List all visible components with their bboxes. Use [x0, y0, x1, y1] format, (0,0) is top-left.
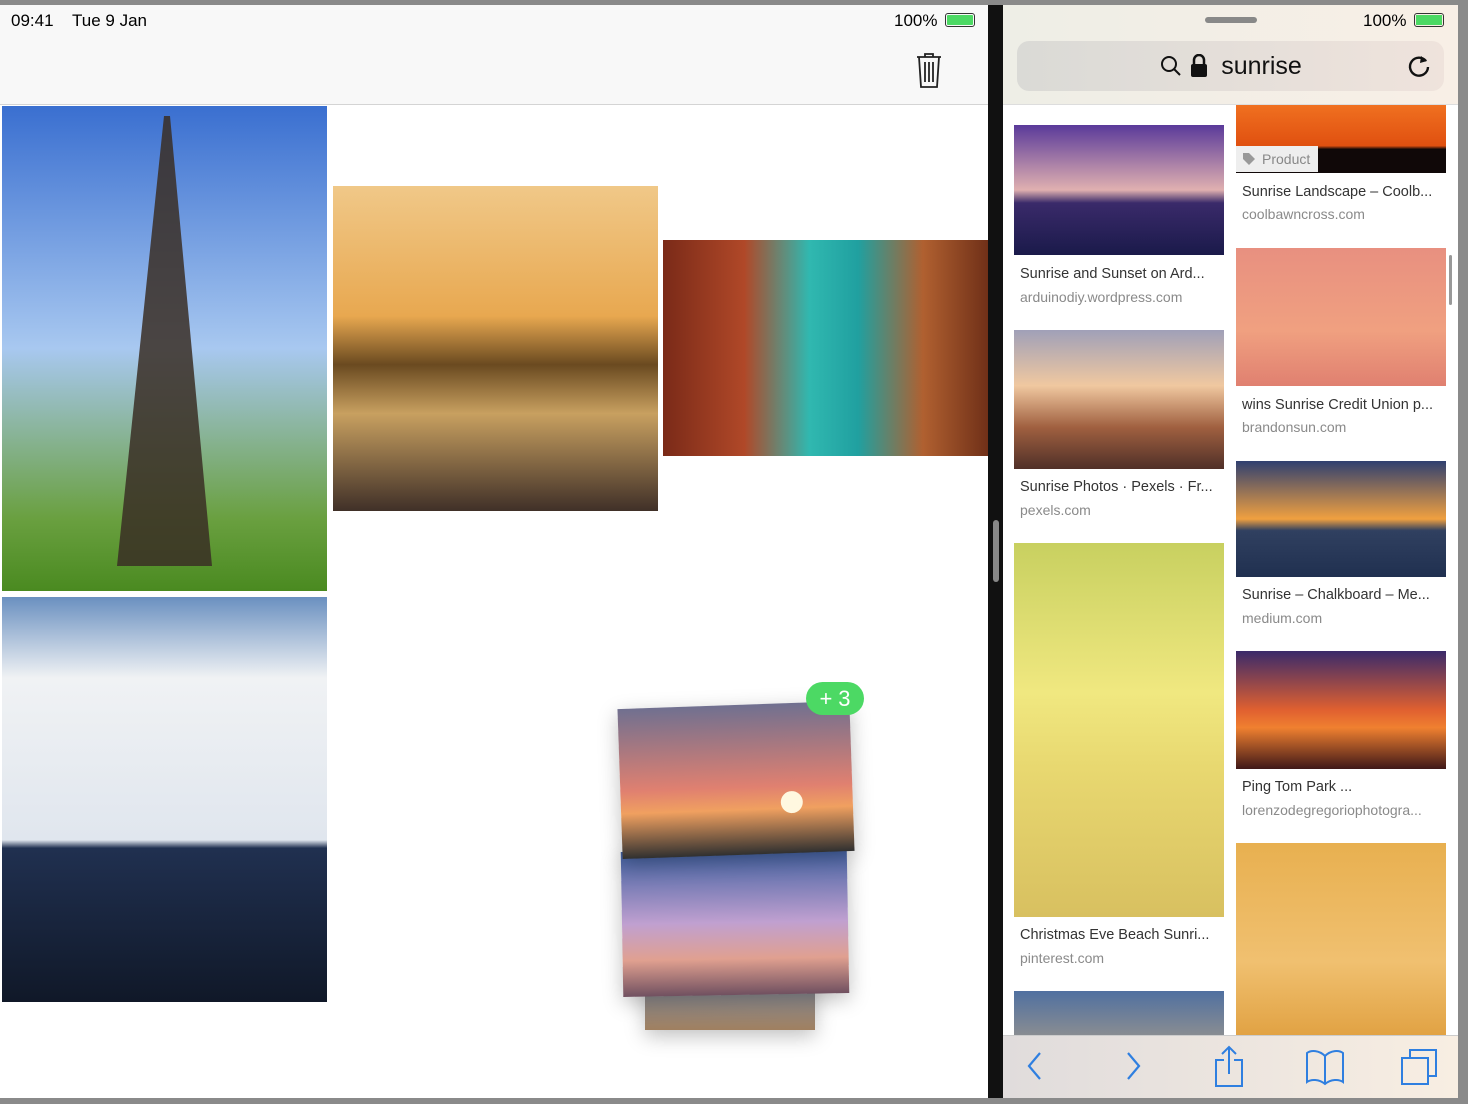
- result-url: coolbawncross.com: [1242, 206, 1365, 222]
- reload-icon[interactable]: [1406, 53, 1432, 79]
- search-icon: [1161, 56, 1181, 76]
- photo-iceberg[interactable]: [2, 597, 327, 1002]
- address-text: sunrise: [1221, 51, 1302, 80]
- status-date: Tue 9 Jan: [72, 11, 147, 30]
- result-image[interactable]: [1236, 843, 1446, 1041]
- safari-header: 100% sunrise: [1003, 5, 1458, 105]
- result-image[interactable]: [1014, 330, 1224, 469]
- result-image[interactable]: Product: [1236, 105, 1446, 173]
- result-title[interactable]: Ping Tom Park ...: [1242, 779, 1352, 795]
- result-url: medium.com: [1242, 610, 1323, 626]
- drag-stack-photo-2: [620, 848, 850, 997]
- result-title[interactable]: Sunrise and Sunset on Ard...: [1020, 266, 1205, 282]
- lock-icon: [1191, 54, 1208, 77]
- photo-eiffel-tower[interactable]: [2, 106, 327, 591]
- trash-icon[interactable]: [914, 51, 944, 89]
- result-title[interactable]: wins Sunrise Credit Union p...: [1242, 397, 1433, 413]
- result-url: brandonsun.com: [1242, 419, 1347, 435]
- app-header: 09:41 Tue 9 Jan 100%: [0, 5, 988, 105]
- result-image[interactable]: [1014, 543, 1224, 917]
- plus-icon: +: [819, 685, 833, 711]
- status-time: 09:41: [11, 11, 54, 30]
- back-icon[interactable]: [1025, 1050, 1045, 1082]
- result-image[interactable]: [1236, 651, 1446, 769]
- status-battery: 100%: [1363, 11, 1407, 30]
- result-url: arduinodiy.wordpress.com: [1020, 289, 1183, 305]
- result-title[interactable]: Sunrise Landscape – Coolb...: [1242, 184, 1432, 200]
- battery-icon: [1414, 13, 1444, 27]
- drag-count-badge: +3: [806, 682, 864, 715]
- photo-venice-canal[interactable]: [663, 240, 988, 456]
- scrollbar[interactable]: [1449, 255, 1452, 305]
- result-image[interactable]: [1014, 125, 1224, 255]
- result-image[interactable]: [1236, 461, 1446, 577]
- photo-app-pane: 09:41 Tue 9 Jan 100% +3: [0, 5, 988, 1098]
- result-url: lorenzodegregoriophotogra...: [1242, 802, 1422, 818]
- safari-toolbar: [1003, 1035, 1458, 1098]
- result-image[interactable]: [1014, 991, 1224, 1041]
- tag-icon: [1243, 153, 1255, 165]
- tabs-icon[interactable]: [1400, 1048, 1438, 1086]
- photo-beach-sunset[interactable]: [333, 186, 658, 511]
- share-icon[interactable]: [1213, 1044, 1245, 1088]
- battery-icon: [945, 13, 975, 27]
- bookmarks-icon[interactable]: [1305, 1048, 1345, 1086]
- forward-icon[interactable]: [1123, 1050, 1143, 1082]
- result-image[interactable]: [1236, 248, 1446, 386]
- result-title[interactable]: Christmas Eve Beach Sunri...: [1020, 927, 1209, 943]
- status-battery: 100%: [894, 11, 938, 30]
- safari-pane: 100% sunrise Sunrise and Sunset on Ard..…: [1003, 5, 1458, 1098]
- split-view-handle[interactable]: [993, 520, 999, 582]
- result-title[interactable]: Sunrise Photos · Pexels · Fr...: [1020, 479, 1213, 495]
- result-url: pinterest.com: [1020, 950, 1105, 966]
- result-url: pexels.com: [1020, 502, 1091, 518]
- drag-stack-photo-1[interactable]: [617, 700, 855, 860]
- result-title[interactable]: Sunrise – Chalkboard – Me...: [1242, 587, 1430, 603]
- address-bar[interactable]: sunrise: [1017, 41, 1444, 91]
- drag-handle[interactable]: [1205, 17, 1257, 23]
